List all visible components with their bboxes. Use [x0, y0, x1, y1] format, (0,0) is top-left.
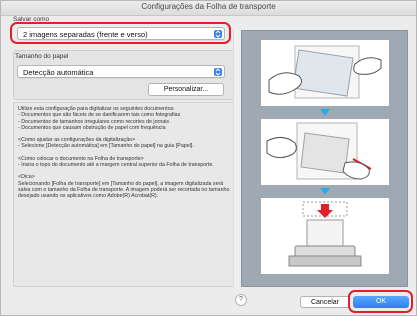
window-title: Configurações da Folha de transporte [141, 2, 276, 11]
scrollbar[interactable] [233, 30, 239, 287]
paper-size-dropdown[interactable]: Detecção automática [17, 65, 225, 78]
illustration-step-3 [261, 198, 389, 274]
paper-size-label: Tamanho do papel [15, 53, 69, 60]
cancel-button[interactable]: Cancelar [300, 296, 350, 308]
paper-size-value: Detecção automática [23, 68, 94, 77]
down-arrow-icon [320, 109, 330, 116]
illustration-panel [241, 30, 408, 287]
tip-text: Selecionando [Folha de transporte] em [T… [18, 180, 230, 200]
illustration-step-1 [261, 40, 389, 106]
dialog-window: Configurações da Folha de transporte Sal… [0, 0, 417, 316]
save-as-highlight [10, 22, 231, 44]
title-bar: Configurações da Folha de transporte [1, 1, 416, 16]
ok-highlight [348, 290, 413, 313]
down-arrow-icon [320, 188, 330, 195]
info-text-box: Utilize esta configuração para digitaliz… [13, 102, 235, 287]
help-button[interactable]: ? [235, 294, 247, 306]
updown-chevron-icon [214, 68, 222, 76]
place-text: - Insira o topo do documento até a marge… [18, 162, 214, 169]
customize-button[interactable]: Personalizar... [148, 83, 224, 96]
illustration-step-2 [261, 119, 389, 185]
